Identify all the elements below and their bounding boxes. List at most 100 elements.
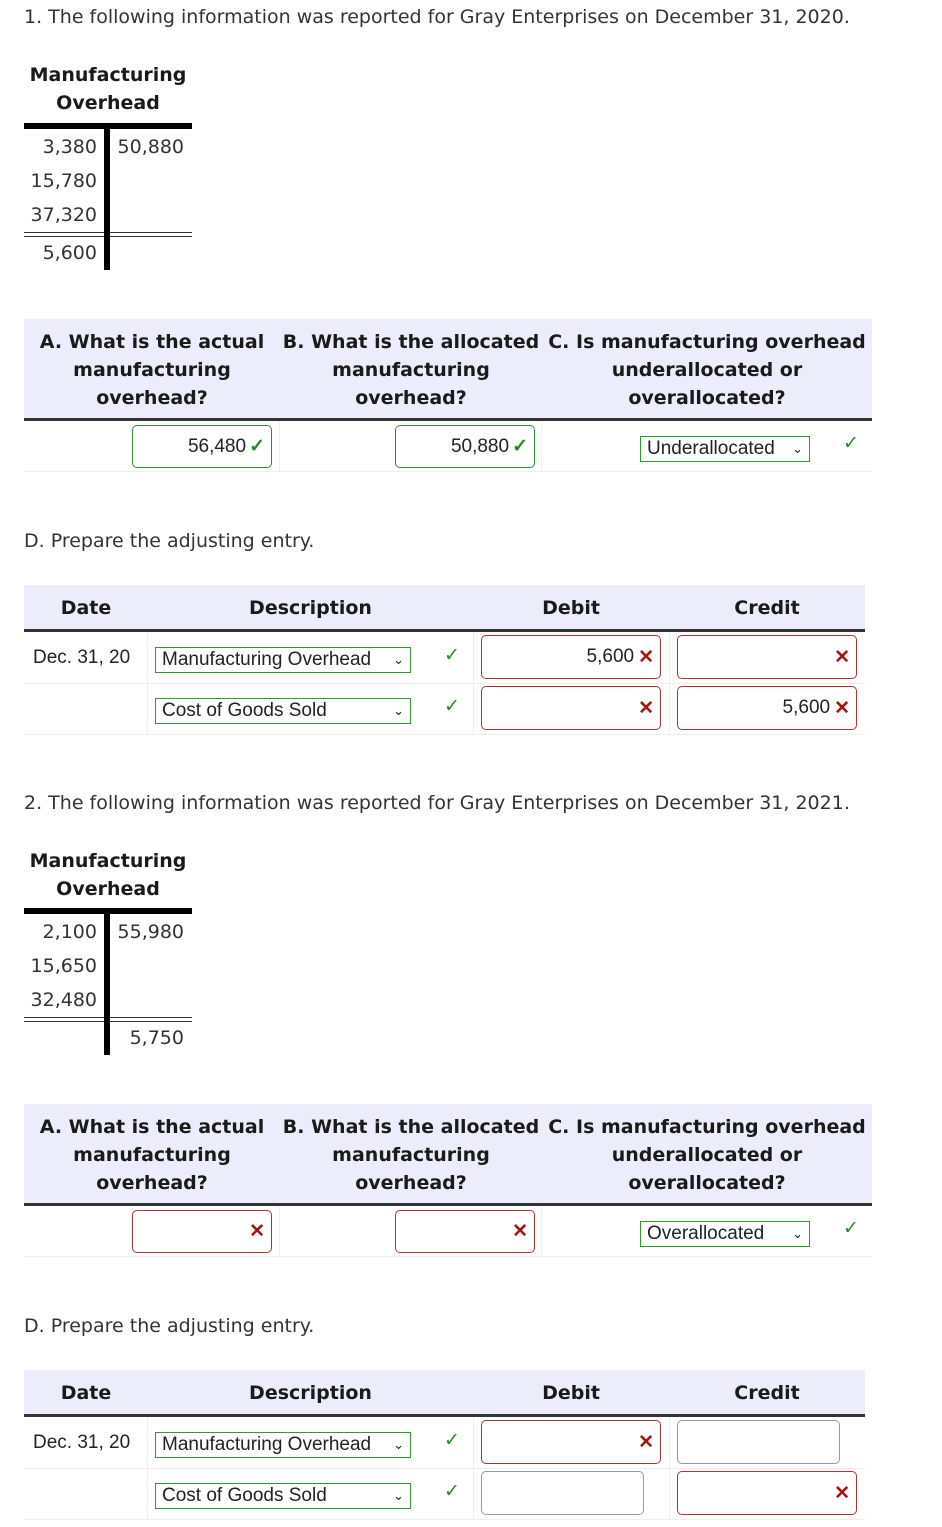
journal-prompt: D. Prepare the adjusting entry.: [24, 1315, 315, 1337]
chevron-down-icon: ⌄: [393, 1437, 404, 1452]
x-icon: ✕: [512, 1221, 528, 1242]
header-rule: [24, 629, 865, 632]
check-icon: ✓: [843, 1217, 859, 1239]
allocation-status-value: Underallocated: [647, 438, 775, 459]
actual-overhead-input[interactable]: ✕: [132, 1210, 272, 1253]
header-line: A. What is the actual: [39, 1116, 265, 1138]
debit-entry: 32,480: [30, 989, 97, 1011]
debit-entry: 15,650: [30, 955, 97, 977]
credit-input[interactable]: ✕: [677, 635, 857, 679]
debit-balance: 5,600: [42, 242, 97, 264]
header-line: manufacturing: [73, 359, 231, 381]
debit-input[interactable]: [481, 1471, 644, 1515]
question-2-title: 2. The following information was reporte…: [24, 792, 850, 814]
header-line: manufacturing: [332, 359, 490, 381]
question-b-header: B. What is the allocated manufacturing o…: [280, 1113, 542, 1197]
x-icon: ✕: [834, 646, 850, 668]
header-line: overhead?: [355, 1172, 467, 1194]
header-line: overallocated?: [628, 1172, 786, 1194]
question-1-title: 1. The following information was reporte…: [24, 6, 850, 28]
description-header: Description: [249, 597, 372, 619]
column-divider: [279, 1206, 280, 1257]
credit-header: Credit: [734, 1382, 800, 1404]
t-account-vertical-bar: [104, 908, 110, 1055]
allocation-status-select[interactable]: Overallocated ⌄: [640, 1221, 810, 1247]
credit-header: Credit: [734, 597, 800, 619]
credit-input[interactable]: [677, 1420, 840, 1464]
check-icon: ✓: [444, 695, 460, 717]
account-value: Manufacturing Overhead: [162, 649, 372, 670]
entry-date: Dec. 31, 20: [33, 647, 131, 668]
header-line: C. Is manufacturing overhead: [548, 331, 866, 353]
debit-entry: 15,780: [30, 170, 97, 192]
row-bottom-line: [24, 1256, 872, 1257]
question-c-header: C. Is manufacturing overhead underalloca…: [542, 1113, 872, 1197]
check-icon: ✓: [843, 432, 859, 454]
debit-entry: 3,380: [42, 136, 97, 158]
header-line: B. What is the allocated: [282, 1116, 540, 1138]
row-bottom-line: [24, 471, 872, 472]
debit-input[interactable]: ✕: [481, 686, 661, 730]
account-value: Cost of Goods Sold: [162, 1485, 327, 1506]
x-icon: ✕: [834, 697, 850, 719]
header-line: C. Is manufacturing overhead: [548, 1116, 866, 1138]
debit-entry: 37,320: [30, 204, 97, 226]
header-line: overhead?: [355, 387, 467, 409]
credit-input[interactable]: 5,600 ✕: [677, 686, 857, 730]
debit-input[interactable]: ✕: [481, 1420, 661, 1464]
x-icon: ✕: [638, 646, 654, 668]
check-icon: ✓: [444, 1429, 460, 1451]
column-divider: [541, 421, 542, 472]
header-line: A. What is the actual: [39, 331, 265, 353]
x-icon: ✕: [638, 1431, 654, 1453]
column-divider: [279, 421, 280, 472]
allocated-overhead-input[interactable]: ✕: [395, 1210, 535, 1253]
chevron-down-icon: ⌄: [792, 1226, 803, 1241]
account-value: Cost of Goods Sold: [162, 700, 327, 721]
date-header: Date: [60, 597, 112, 619]
header-rule: [24, 418, 872, 421]
question-a-header: A. What is the actual manufacturing over…: [24, 328, 280, 412]
check-icon: ✓: [512, 436, 528, 457]
chevron-down-icon: ⌄: [393, 1488, 404, 1503]
credit-input[interactable]: ✕: [677, 1471, 857, 1515]
account-select[interactable]: Manufacturing Overhead ⌄: [155, 1432, 411, 1458]
t-account-title-line1: Manufacturing: [29, 850, 187, 872]
account-select[interactable]: Cost of Goods Sold ⌄: [155, 698, 411, 724]
account-value: Manufacturing Overhead: [162, 1434, 372, 1455]
debit-header: Debit: [542, 597, 600, 619]
t-account-title-line2: Overhead: [56, 878, 160, 900]
header-line: underallocated or: [611, 1144, 803, 1166]
question-c-header: C. Is manufacturing overhead underalloca…: [542, 328, 872, 412]
t-account-title-line1: Manufacturing: [29, 64, 187, 86]
header-rule: [24, 1203, 872, 1206]
actual-overhead-input[interactable]: 56,480 ✓: [132, 425, 272, 468]
chevron-down-icon: ⌄: [792, 441, 803, 456]
header-line: manufacturing: [73, 1144, 231, 1166]
total-rule-left: [24, 1017, 104, 1022]
credit-balance: 5,750: [129, 1027, 184, 1049]
check-icon: ✓: [249, 436, 265, 457]
chevron-down-icon: ⌄: [393, 652, 404, 667]
account-select[interactable]: Cost of Goods Sold ⌄: [155, 1483, 411, 1509]
check-icon: ✓: [444, 1480, 460, 1502]
header-line: manufacturing: [332, 1144, 490, 1166]
header-line: B. What is the allocated: [282, 331, 540, 353]
credit-entry: 50,880: [117, 136, 184, 158]
header-line: underallocated or: [611, 359, 803, 381]
allocated-overhead-input[interactable]: 50,880 ✓: [395, 425, 535, 468]
t-account-title-line2: Overhead: [56, 92, 160, 114]
account-select[interactable]: Manufacturing Overhead ⌄: [155, 647, 411, 673]
debit-header: Debit: [542, 1382, 600, 1404]
allocation-status-select[interactable]: Underallocated ⌄: [640, 436, 810, 462]
debit-input[interactable]: 5,600 ✕: [481, 635, 661, 679]
header-line: overallocated?: [628, 387, 786, 409]
credit-entry: 55,980: [117, 921, 184, 943]
row-line: [24, 1519, 865, 1520]
x-icon: ✕: [834, 1482, 850, 1504]
header-rule: [24, 1414, 865, 1417]
question-b-header: B. What is the allocated manufacturing o…: [280, 328, 542, 412]
description-header: Description: [249, 1382, 372, 1404]
date-header: Date: [60, 1382, 112, 1404]
t-account-vertical-bar: [104, 123, 110, 270]
